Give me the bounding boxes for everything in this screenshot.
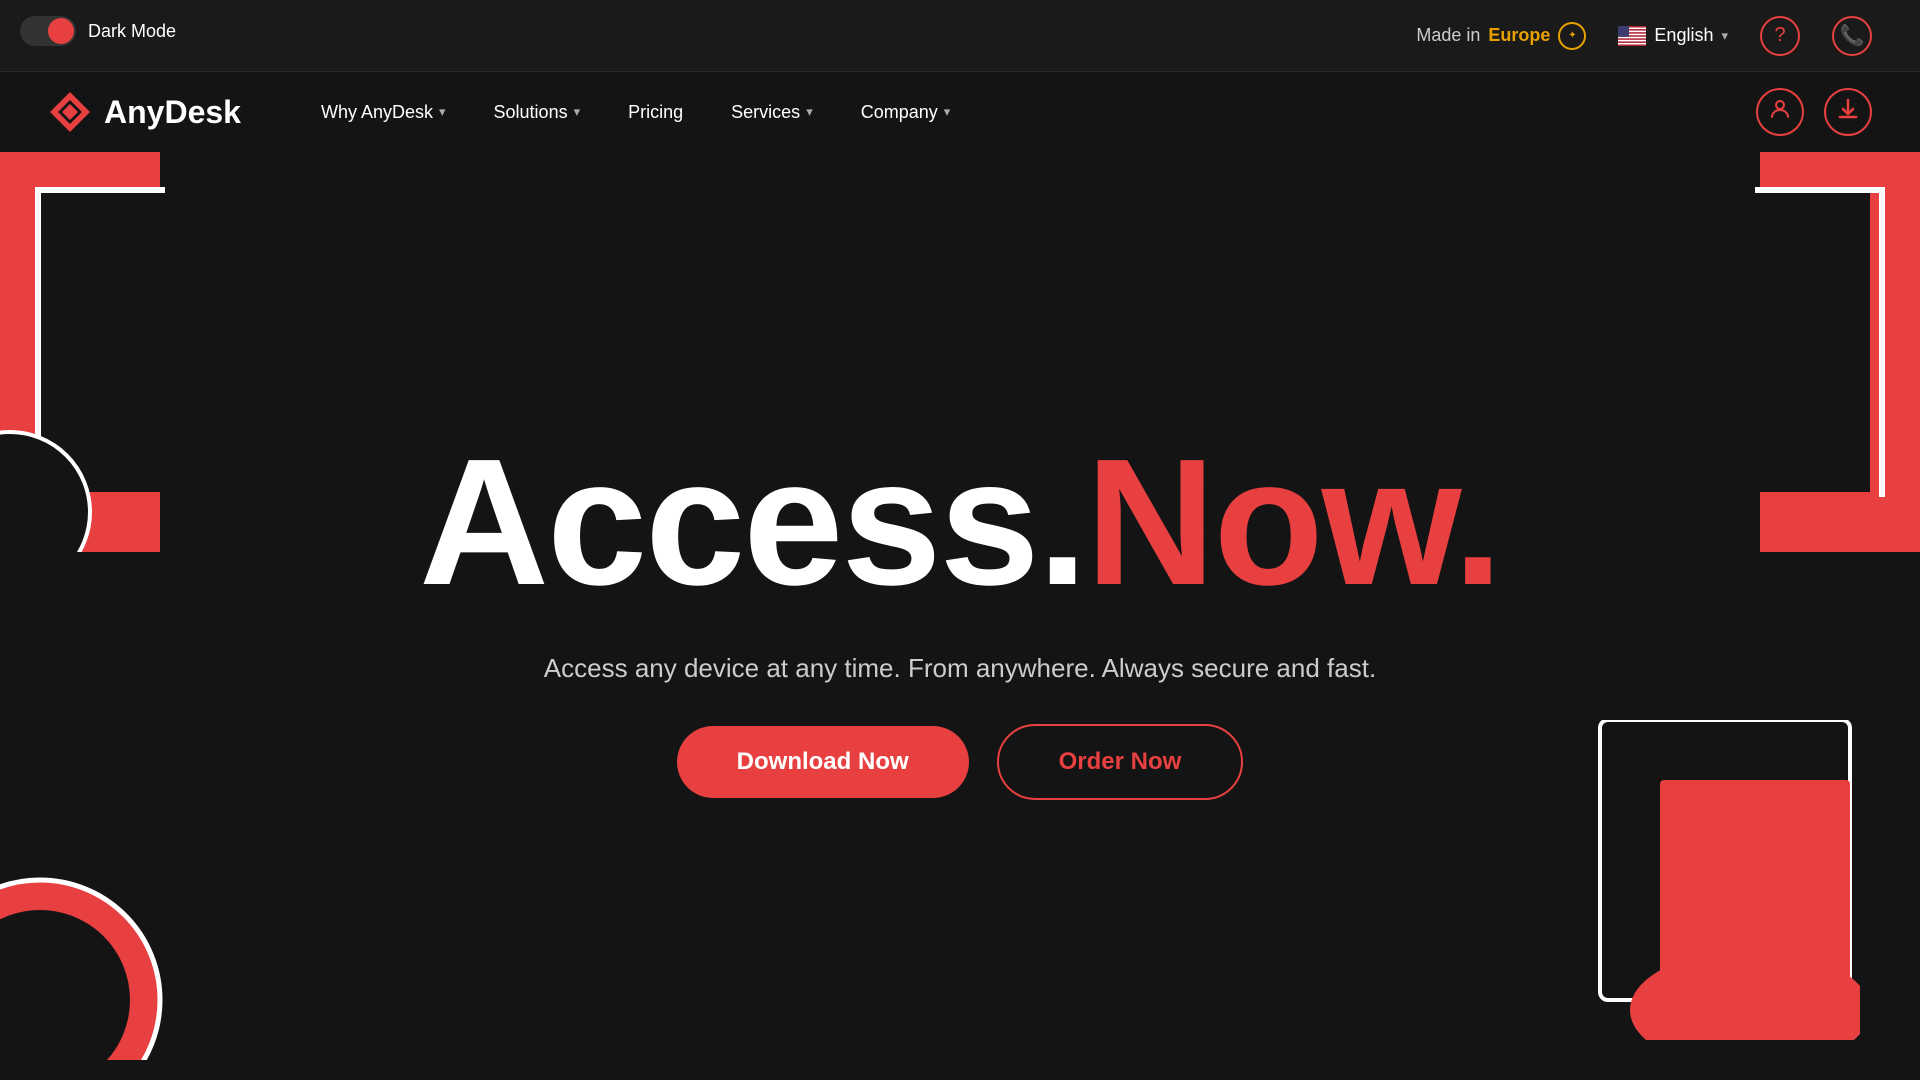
deco-bottom-left [0, 840, 180, 1060]
nav-services[interactable]: Services ▾ [711, 94, 833, 131]
made-in-europe: Made in Europe ✦ [1416, 22, 1586, 50]
deco-top-left [0, 152, 180, 552]
nav-company[interactable]: Company ▾ [841, 94, 971, 131]
language-label: English [1654, 25, 1713, 46]
dark-mode-toggle[interactable]: Dark Mode [20, 16, 176, 46]
order-now-button[interactable]: Order Now [997, 724, 1244, 800]
hero-section: Access.Now. Access any device at any tim… [0, 152, 1920, 1080]
dark-mode-label: Dark Mode [88, 21, 176, 42]
hero-content: Access.Now. Access any device at any tim… [419, 433, 1501, 800]
help-button[interactable]: ? [1760, 16, 1800, 56]
europe-text: Europe [1488, 25, 1550, 46]
download-now-button[interactable]: Download Now [677, 726, 969, 798]
nav-solutions-label: Solutions [494, 102, 568, 123]
download-icon [1836, 97, 1860, 127]
nav-actions [1756, 88, 1872, 136]
nav-company-label: Company [861, 102, 938, 123]
nav-why-anydesk-label: Why AnyDesk [321, 102, 433, 123]
logo-link[interactable]: AnyDesk [48, 90, 241, 134]
hero-buttons: Download Now Order Now [677, 724, 1244, 800]
toggle-thumb [48, 18, 74, 44]
services-chevron-icon: ▾ [806, 104, 813, 120]
deco-bottom-right [1580, 720, 1860, 1040]
nav-pricing[interactable]: Pricing [608, 94, 703, 131]
hero-headline-red: Now. [1086, 422, 1501, 623]
nav-pricing-label: Pricing [628, 102, 683, 123]
nav-services-label: Services [731, 102, 800, 123]
deco-top-right [1740, 152, 1920, 552]
flag-icon [1618, 26, 1646, 46]
language-chevron-icon: ▾ [1721, 28, 1728, 44]
solutions-chevron-icon: ▾ [574, 104, 581, 120]
nav-solutions[interactable]: Solutions ▾ [474, 94, 601, 131]
login-button[interactable] [1756, 88, 1804, 136]
toggle-track[interactable] [20, 16, 76, 46]
nav-links: Why AnyDesk ▾ Solutions ▾ Pricing Servic… [301, 94, 1756, 131]
europe-stars-icon: ✦ [1558, 22, 1586, 50]
hero-subtitle: Access any device at any time. From anyw… [544, 653, 1376, 684]
navbar: AnyDesk Why AnyDesk ▾ Solutions ▾ Pricin… [0, 72, 1920, 152]
company-chevron-icon: ▾ [944, 104, 951, 120]
phone-button[interactable]: 📞 [1832, 16, 1872, 56]
top-bar: Dark Mode Made in Europe ✦ English ▾ ? 📞 [0, 0, 1920, 72]
made-in-text: Made in [1416, 25, 1480, 46]
nav-why-anydesk[interactable]: Why AnyDesk ▾ [301, 94, 466, 131]
logo-icon [48, 90, 92, 134]
logo-text: AnyDesk [104, 94, 241, 131]
hero-headline: Access.Now. [419, 433, 1501, 613]
language-selector[interactable]: English ▾ [1618, 25, 1728, 46]
download-icon-button[interactable] [1824, 88, 1872, 136]
help-icon: ? [1774, 24, 1785, 47]
hero-headline-white: Access. [419, 422, 1086, 623]
why-anydesk-chevron-icon: ▾ [439, 104, 446, 120]
phone-icon: 📞 [1840, 23, 1865, 48]
login-icon [1768, 97, 1792, 127]
